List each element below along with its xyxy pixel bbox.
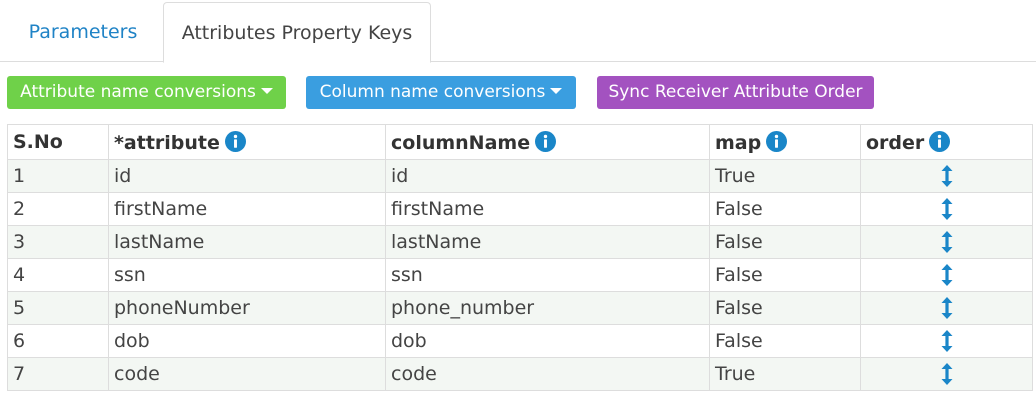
cell-column-name[interactable]: ssn <box>385 258 710 292</box>
cell-column-name[interactable]: dob <box>385 324 710 358</box>
cell-column-name[interactable]: code <box>385 357 710 391</box>
attribute-name-conversions-label: Attribute name conversions <box>20 82 256 102</box>
cell-column-name[interactable]: lastName <box>385 225 710 259</box>
column-name-conversions-button[interactable]: Column name conversions <box>306 76 576 109</box>
column-header-order: order <box>860 124 1033 160</box>
cell-map[interactable]: True <box>709 159 861 193</box>
cell-sno: 2 <box>7 192 109 226</box>
info-circle-icon[interactable] <box>535 130 557 152</box>
sync-receiver-attribute-order-button[interactable]: Sync Receiver Attribute Order <box>597 76 874 109</box>
cell-order <box>860 357 1033 391</box>
cell-order <box>860 258 1033 292</box>
column-header-columnname: columnName <box>385 124 710 160</box>
column-header-attribute: *attribute <box>108 124 386 160</box>
table-header-row: S.No *attribute columnName map order <box>7 124 1033 160</box>
column-name-conversions-label: Column name conversions <box>319 82 546 102</box>
info-circle-icon[interactable] <box>766 130 788 152</box>
cell-column-name[interactable]: firstName <box>385 192 710 226</box>
cell-sno: 6 <box>7 324 109 358</box>
table-row: 7 code code True <box>7 357 1033 391</box>
cell-sno: 4 <box>7 258 109 292</box>
vertical-resize-arrows-icon[interactable] <box>941 231 953 254</box>
column-header-label: S.No <box>13 131 63 153</box>
tab-bar: Parameters Attributes Property Keys <box>0 0 1036 63</box>
vertical-resize-arrows-icon[interactable] <box>941 297 953 320</box>
vertical-resize-arrows-icon[interactable] <box>941 198 953 221</box>
column-header-label: map <box>715 131 762 154</box>
cell-order <box>860 159 1033 193</box>
table-row: 5 phoneNumber phone_number False <box>7 291 1033 325</box>
table-row: 4 ssn ssn False <box>7 258 1033 292</box>
cell-sno: 3 <box>7 225 109 259</box>
cell-order <box>860 291 1033 325</box>
cell-map[interactable]: True <box>709 357 861 391</box>
cell-attribute[interactable]: phoneNumber <box>108 291 386 325</box>
column-header-map: map <box>709 124 861 160</box>
table-row: 1 id id True <box>7 159 1033 193</box>
cell-attribute[interactable]: firstName <box>108 192 386 226</box>
cell-map[interactable]: False <box>709 258 861 292</box>
attribute-name-conversions-button[interactable]: Attribute name conversions <box>7 76 286 109</box>
cell-attribute[interactable]: lastName <box>108 225 386 259</box>
attributes-table: S.No *attribute columnName map order 1 i… <box>7 124 1033 391</box>
vertical-resize-arrows-icon[interactable] <box>941 363 953 386</box>
column-header-label: *attribute <box>114 131 220 154</box>
table-row: 6 dob dob False <box>7 324 1033 358</box>
cell-map[interactable]: False <box>709 192 861 226</box>
cell-sno: 5 <box>7 291 109 325</box>
cell-attribute[interactable]: ssn <box>108 258 386 292</box>
cell-order <box>860 192 1033 226</box>
tab-attributes-property-keys[interactable]: Attributes Property Keys <box>163 2 431 63</box>
column-header-label: order <box>866 131 925 154</box>
cell-map[interactable]: False <box>709 225 861 259</box>
column-header-sno: S.No <box>7 124 109 160</box>
vertical-resize-arrows-icon[interactable] <box>941 330 953 353</box>
cell-column-name[interactable]: phone_number <box>385 291 710 325</box>
cell-map[interactable]: False <box>709 324 861 358</box>
caret-down-icon <box>550 88 563 94</box>
cell-column-name[interactable]: id <box>385 159 710 193</box>
vertical-resize-arrows-icon[interactable] <box>941 264 953 287</box>
cell-sno: 7 <box>7 357 109 391</box>
table-row: 3 lastName lastName False <box>7 225 1033 259</box>
cell-order <box>860 324 1033 358</box>
info-circle-icon[interactable] <box>224 130 246 152</box>
table-row: 2 firstName firstName False <box>7 192 1033 226</box>
column-header-label: columnName <box>391 131 531 154</box>
caret-down-icon <box>260 88 273 94</box>
info-circle-icon[interactable] <box>929 130 951 152</box>
cell-map[interactable]: False <box>709 291 861 325</box>
cell-attribute[interactable]: dob <box>108 324 386 358</box>
cell-attribute[interactable]: code <box>108 357 386 391</box>
sync-receiver-attribute-order-label: Sync Receiver Attribute Order <box>608 82 863 102</box>
cell-attribute[interactable]: id <box>108 159 386 193</box>
cell-sno: 1 <box>7 159 109 193</box>
cell-order <box>860 225 1033 259</box>
tab-parameters[interactable]: Parameters <box>10 2 156 62</box>
vertical-resize-arrows-icon[interactable] <box>941 165 953 188</box>
